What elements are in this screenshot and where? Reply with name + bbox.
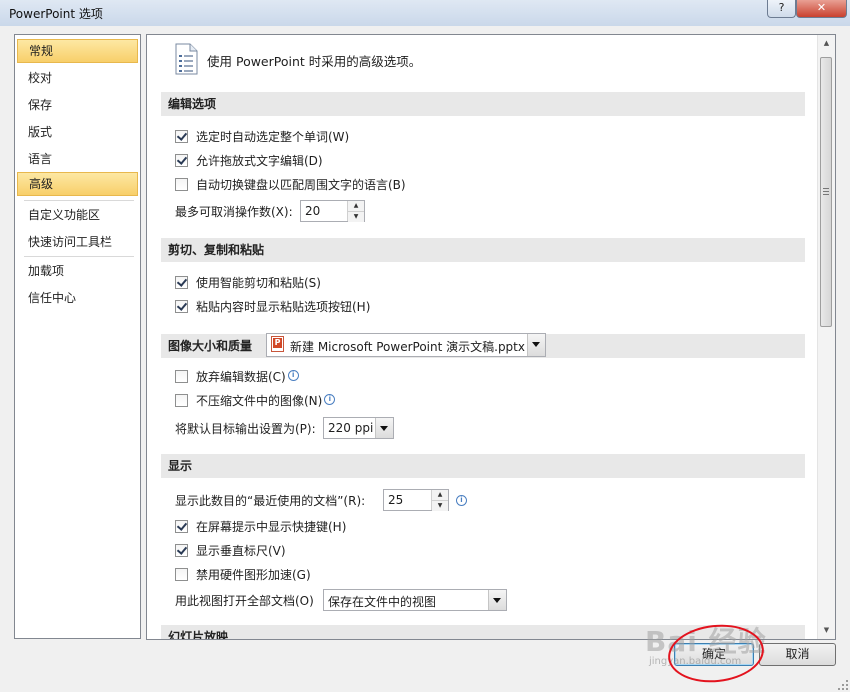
open-view-select[interactable]: 保存在文件中的视图 (323, 589, 507, 611)
nav-item-proofing[interactable]: 校对 (17, 66, 138, 90)
checkbox[interactable] (175, 520, 188, 533)
open-view-label: 用此视图打开全部文档(O) (175, 594, 314, 608)
option-smart-cut-paste[interactable]: 使用智能剪切和粘贴(S) (175, 273, 321, 293)
option-label: 禁用硬件图形加速(G) (196, 568, 311, 582)
nav-item-general[interactable]: 常规 (17, 39, 138, 63)
scroll-up-icon[interactable]: ▲ (818, 35, 835, 52)
undo-count-spinner[interactable]: 20 ▲ ▼ (300, 200, 365, 222)
category-list: 常规 校对 保存 版式 语言 高级 自定义功能区 快速访问工具栏 加载项 信任中… (14, 34, 141, 639)
checkbox[interactable] (175, 568, 188, 581)
checkbox[interactable] (175, 544, 188, 557)
nav-item-language[interactable]: 语言 (17, 147, 138, 171)
nav-separator (24, 256, 134, 257)
option-auto-select-word[interactable]: 选定时自动选定整个单词(W) (175, 127, 349, 147)
nav-item-layout[interactable]: 版式 (17, 120, 138, 144)
vertical-scrollbar[interactable]: ▲ ▼ (817, 35, 835, 639)
checkbox[interactable] (175, 300, 188, 313)
info-icon: i (456, 495, 467, 506)
default-output-select[interactable]: 220 ppi (323, 417, 394, 439)
option-label: 不压缩文件中的图像(N) (196, 394, 323, 408)
nav-item-advanced[interactable]: 高级 (17, 172, 138, 196)
nav-item-save[interactable]: 保存 (17, 93, 138, 117)
option-drag-drop-text[interactable]: 允许拖放式文字编辑(D) (175, 151, 323, 171)
nav-item-customize-ribbon[interactable]: 自定义功能区 (17, 203, 138, 227)
chevron-down-icon[interactable] (488, 590, 506, 610)
recent-docs-spinner[interactable]: 25 ▲ ▼ (383, 489, 449, 511)
help-button[interactable]: ? (767, 0, 796, 18)
section-cut-copy-paste: 剪切、复制和粘贴 (161, 238, 805, 262)
panel-description: 使用 PowerPoint 时采用的高级选项。 (207, 54, 422, 69)
option-label: 放弃编辑数据(C) (196, 370, 286, 384)
checkbox[interactable] (175, 154, 188, 167)
spin-down-icon[interactable]: ▼ (432, 501, 448, 511)
section-display: 显示 (161, 454, 805, 478)
info-icon: i (287, 370, 299, 381)
default-output-label: 将默认目标输出设置为(P): (175, 422, 316, 436)
option-label: 选定时自动选定整个单词(W) (196, 130, 350, 144)
undo-count-label: 最多可取消操作数(X): (175, 205, 293, 219)
option-auto-switch-keyboard[interactable]: 自动切换键盘以匹配周围文字的语言(B) (175, 175, 406, 195)
spin-up-icon[interactable]: ▲ (348, 201, 364, 212)
info-icon: i (324, 394, 336, 405)
nav-item-addins[interactable]: 加载项 (17, 259, 138, 283)
option-label: 粘贴内容时显示粘贴选项按钮(H) (196, 300, 371, 314)
option-show-vertical-ruler[interactable]: 显示垂直标尺(V) (175, 541, 286, 561)
section-editing-options: 编辑选项 (161, 92, 805, 116)
spin-down-icon[interactable]: ▼ (348, 212, 364, 222)
default-output-value: 220 ppi (328, 421, 374, 435)
checkbox[interactable] (175, 178, 188, 191)
option-label: 显示垂直标尺(V) (196, 544, 286, 558)
checkbox[interactable] (175, 394, 188, 407)
nav-item-trust-center[interactable]: 信任中心 (17, 286, 138, 310)
spin-up-icon[interactable]: ▲ (432, 490, 448, 501)
option-no-compress-images[interactable]: 不压缩文件中的图像(N) i (175, 391, 336, 411)
option-label: 允许拖放式文字编辑(D) (196, 154, 323, 168)
recent-docs-label: 显示此数目的“最近使用的文档”(R): (175, 494, 366, 508)
open-view-value: 保存在文件中的视图 (328, 595, 437, 609)
checkbox[interactable] (175, 370, 188, 383)
window-title: PowerPoint 选项 (9, 7, 103, 21)
nav-separator (24, 200, 134, 201)
checkbox[interactable] (175, 130, 188, 143)
presentation-file-value: 新建 Microsoft PowerPoint 演示文稿.pptx (290, 340, 525, 354)
option-show-shortcut-keys[interactable]: 在屏幕提示中显示快捷键(H) (175, 517, 346, 537)
option-discard-editing-data[interactable]: 放弃编辑数据(C) i (175, 367, 299, 387)
resize-grip-icon[interactable] (838, 680, 848, 690)
option-label: 自动切换键盘以匹配周围文字的语言(B) (196, 178, 406, 192)
scroll-down-icon[interactable]: ▼ (818, 622, 835, 639)
option-label: 在屏幕提示中显示快捷键(H) (196, 520, 347, 534)
option-show-paste-options[interactable]: 粘贴内容时显示粘贴选项按钮(H) (175, 297, 370, 317)
title-bar: PowerPoint 选项 ? ✕ (0, 0, 850, 26)
option-label: 使用智能剪切和粘贴(S) (196, 276, 321, 290)
option-disable-hw-acceleration[interactable]: 禁用硬件图形加速(G) (175, 565, 311, 585)
scrollbar-thumb[interactable] (820, 57, 832, 327)
options-document-icon (173, 43, 199, 78)
chevron-down-icon[interactable] (527, 334, 545, 356)
chevron-down-icon[interactable] (375, 418, 393, 438)
undo-count-value: 20 (305, 204, 321, 218)
checkbox[interactable] (175, 276, 188, 289)
pptx-file-icon (271, 336, 284, 352)
options-dialog: 常规 校对 保存 版式 语言 高级 自定义功能区 快速访问工具栏 加载项 信任中… (0, 26, 850, 692)
recent-docs-value: 25 (388, 493, 404, 507)
nav-item-quick-access-toolbar[interactable]: 快速访问工具栏 (17, 230, 138, 254)
close-button[interactable]: ✕ (796, 0, 847, 18)
advanced-options-panel: 使用 PowerPoint 时采用的高级选项。 编辑选项 选定时自动选定整个单词… (146, 34, 836, 640)
presentation-file-select[interactable]: 新建 Microsoft PowerPoint 演示文稿.pptx (266, 333, 546, 357)
